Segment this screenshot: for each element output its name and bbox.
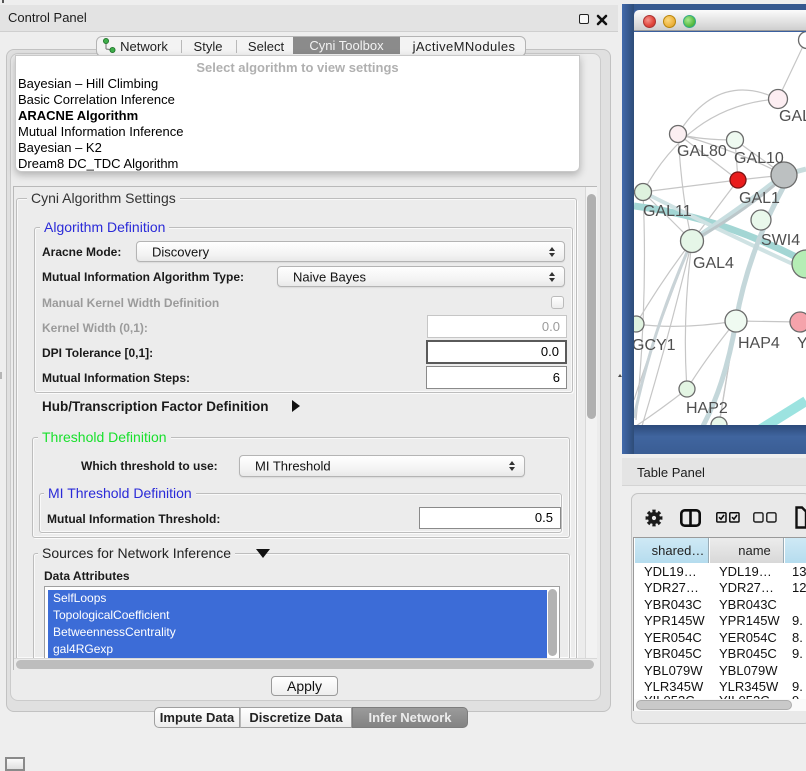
svg-text:SWI4: SWI4 — [761, 232, 800, 249]
svg-text:GAL80: GAL80 — [677, 143, 727, 160]
svg-text:GAL: GAL — [779, 108, 806, 125]
svg-text:Y: Y — [797, 335, 806, 352]
svg-text:GCY1: GCY1 — [634, 337, 676, 354]
svg-text:HAP4: HAP4 — [738, 335, 780, 352]
svg-text:HAP2: HAP2 — [686, 400, 728, 417]
svg-text:GAL10: GAL10 — [734, 150, 784, 167]
svg-text:GAL11: GAL11 — [643, 203, 692, 220]
svg-text:GAL4: GAL4 — [693, 255, 734, 272]
svg-text:GAL1: GAL1 — [739, 190, 780, 207]
